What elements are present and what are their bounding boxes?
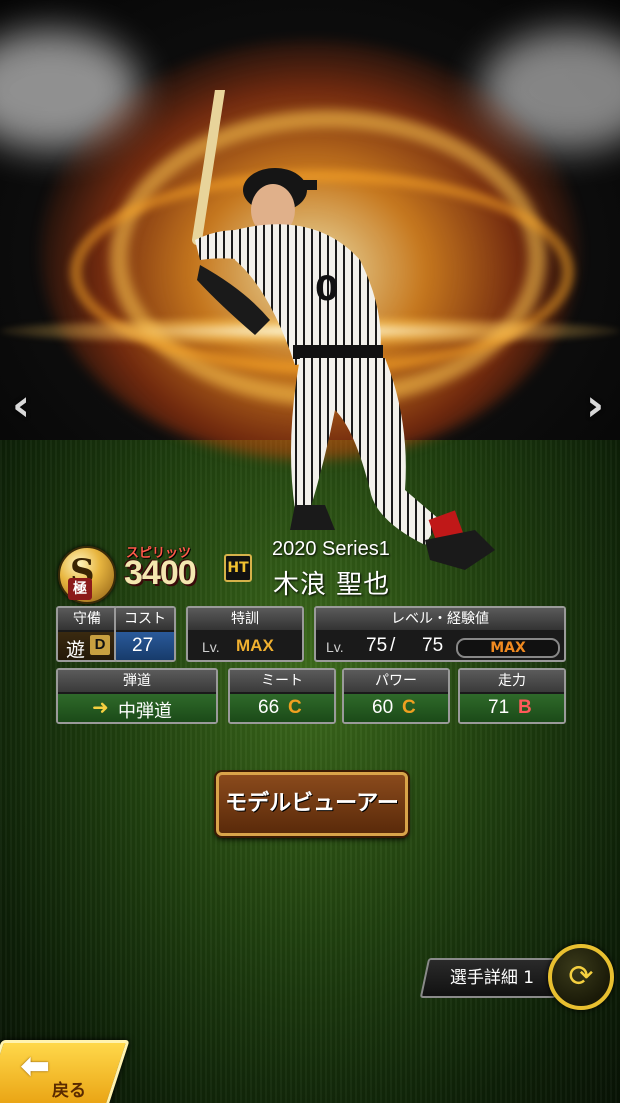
contact-grade: C xyxy=(288,697,302,718)
level-lv-label: Lv. xyxy=(326,639,344,655)
contact-value: 66 xyxy=(258,697,280,718)
power-grade: C xyxy=(402,697,416,718)
training-value: MAX xyxy=(236,636,274,655)
back-arrow-icon: ⬅ xyxy=(20,1046,51,1087)
exp-bar: MAX xyxy=(456,638,560,658)
power-value: 60 xyxy=(372,697,394,718)
position-box: 守備 遊 D xyxy=(56,606,118,662)
speed-box: 走力 71 B xyxy=(458,668,566,724)
level-separator: / xyxy=(390,635,396,656)
level-box: レベル・経験値 Lv. 75 / 75 MAX xyxy=(314,606,566,662)
rank-sub-badge: 極 xyxy=(68,578,92,600)
position-grade: D xyxy=(90,635,110,655)
power-header: パワー xyxy=(344,670,448,692)
next-card-arrow[interactable]: › xyxy=(586,380,604,431)
svg-text:0: 0 xyxy=(315,269,339,309)
cost-value: 27 xyxy=(132,635,154,656)
level-max: 75 xyxy=(422,635,444,656)
model-viewer-button[interactable]: モデルビューアー xyxy=(216,772,408,836)
cost-header: コスト xyxy=(116,608,174,630)
speed-grade: B xyxy=(518,697,532,718)
speed-value: 71 xyxy=(488,697,510,718)
training-lv-label: Lv. xyxy=(202,639,220,655)
position-header: 守備 xyxy=(58,608,116,630)
spirits-value: 3400 xyxy=(124,554,197,592)
player-detail-label: 選手詳細 1 xyxy=(449,968,535,988)
exp-bar-label: MAX xyxy=(490,640,526,656)
power-box: パワー 60 C xyxy=(342,668,450,724)
training-box: 特訓 Lv. MAX xyxy=(186,606,304,662)
level-header: レベル・経験値 xyxy=(316,608,564,630)
team-logo-icon: HT xyxy=(224,554,252,582)
training-header: 特訓 xyxy=(188,608,302,630)
player-name: 木浪 聖也 xyxy=(273,570,391,600)
arrow-up-right-icon: ➜ xyxy=(92,697,109,719)
series-label: 2020 Series1 xyxy=(272,538,390,560)
prev-card-arrow[interactable]: ‹ xyxy=(12,380,30,431)
position-value: 遊 xyxy=(66,640,86,661)
trajectory-value: 中弾道 xyxy=(118,701,172,721)
player-detail-tab[interactable]: 選手詳細 1 xyxy=(419,958,565,998)
level-current: 75 xyxy=(366,635,388,656)
trajectory-header: 弾道 xyxy=(58,670,216,692)
player-figure: 0 xyxy=(192,90,495,570)
back-label: 戻る xyxy=(52,1081,86,1101)
refresh-switch-icon[interactable]: ⟳ xyxy=(548,944,614,1010)
player-card-screen: 0 ‹ › S 極 スピリッツ 3400 HT 2020 Series1 木浪 … xyxy=(0,0,620,1103)
speed-header: 走力 xyxy=(460,670,564,692)
trajectory-box: 弾道 ➜ 中弾道 xyxy=(56,668,218,724)
contact-header: ミート xyxy=(230,670,334,692)
cost-box: コスト 27 xyxy=(114,606,176,662)
contact-box: ミート 66 C xyxy=(228,668,336,724)
